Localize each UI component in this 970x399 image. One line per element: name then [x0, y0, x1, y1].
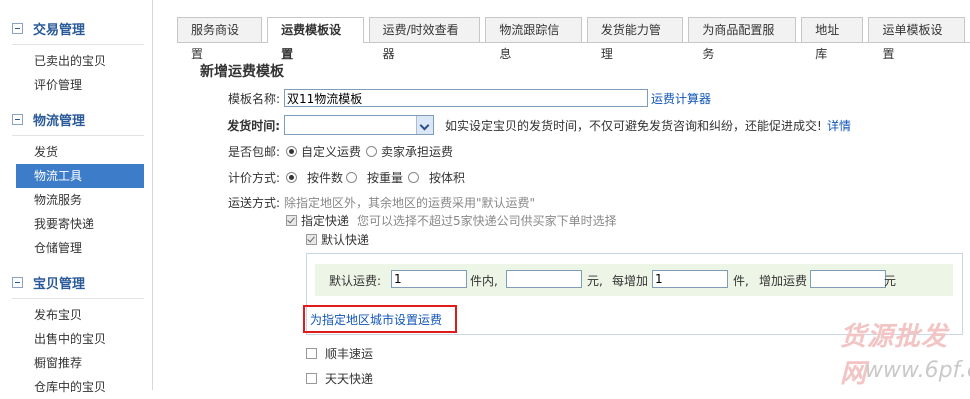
express-hint: 您可以选择不超过5家快递公司供买家下单时选择: [357, 213, 617, 228]
radio-icon[interactable]: [346, 171, 357, 183]
chevron-down-icon[interactable]: [416, 116, 433, 134]
sf-express-checkbox[interactable]: [306, 347, 317, 359]
region-fee-link[interactable]: 为指定地区城市设置运费: [310, 311, 442, 328]
radio-icon[interactable]: [286, 145, 297, 157]
collapse-icon[interactable]: [12, 22, 23, 34]
row-pricing: 计价方式: 按件数 按重量 按体积: [153, 166, 753, 188]
sidebar-item-ship[interactable]: 发货: [0, 140, 152, 164]
tab-freight-template[interactable]: 运费模板设置: [267, 17, 364, 61]
first-qty-input[interactable]: [391, 270, 467, 288]
sidebar-section-items: 宝贝管理 发布宝贝 出售中的宝贝 橱窗推荐 仓库中的宝贝: [0, 270, 152, 399]
pieces-label: 件,: [733, 274, 749, 288]
sidebar-section-title[interactable]: 宝贝管理: [0, 270, 152, 294]
row-ship-time: 发货时间: 如实设定宝贝的发货时间，不仅可避免发货咨询和纠纷，还能促进成交! 详…: [153, 114, 953, 136]
sidebar-item-showcase[interactable]: 橱窗推荐: [0, 351, 152, 375]
detail-link[interactable]: 详情: [827, 117, 851, 134]
collapse-icon[interactable]: [12, 276, 23, 288]
express-label: 指定快递: [301, 213, 350, 228]
tab-product-service[interactable]: 为商品配置服务: [688, 17, 797, 61]
sidebar-item-reviews[interactable]: 评价管理: [0, 73, 152, 97]
sidebar: 交易管理 已卖出的宝贝 评价管理 物流管理 发货 物流工具 物流服务 我要寄快递…: [0, 0, 153, 394]
sidebar-item-warehouse[interactable]: 仓储管理: [0, 236, 152, 260]
sidebar-item-logistics-tools[interactable]: 物流工具: [16, 164, 144, 188]
add-fee-input[interactable]: [810, 270, 886, 288]
collapse-icon[interactable]: [12, 113, 23, 125]
radio-icon[interactable]: [408, 171, 419, 183]
sidebar-item-logistics-service[interactable]: 物流服务: [0, 188, 152, 212]
form-title: 新增运费模板: [200, 64, 284, 80]
sidebar-section-trade: 交易管理 已卖出的宝贝 评价管理: [0, 16, 152, 97]
template-name-input[interactable]: [284, 89, 648, 107]
radio-icon[interactable]: [286, 171, 297, 183]
add-fee-label: 增加运费: [759, 274, 808, 288]
radio-custom-fee[interactable]: 自定义运费: [286, 143, 361, 160]
sidebar-section-logistics: 物流管理 发货 物流工具 物流服务 我要寄快递 仓储管理: [0, 107, 152, 260]
divider: [12, 135, 144, 136]
default-fee-row: 默认运费: 件内, 元, 每增加 件, 增加运费 元: [315, 264, 953, 296]
radio-by-weight[interactable]: 按重量: [346, 169, 403, 186]
radio-by-piece[interactable]: 按件数: [286, 169, 343, 186]
divider: [12, 44, 144, 45]
tab-waybill[interactable]: 运单模板设置: [868, 17, 965, 61]
ship-time-select[interactable]: [284, 115, 434, 135]
method-label: 运送方式:: [227, 195, 280, 210]
row-tt-express: 天天快递: [306, 367, 606, 389]
ship-time-hint: 如实设定宝贝的发货时间，不仅可避免发货咨询和纠纷，还能促进成交!: [445, 118, 822, 133]
radio-icon[interactable]: [366, 145, 377, 157]
express-checkbox[interactable]: [286, 214, 297, 226]
tab-provider[interactable]: 服务商设置: [177, 17, 263, 61]
radio-seller-pays[interactable]: 卖家承担运费: [366, 143, 453, 160]
within-label: 件内,: [470, 274, 498, 288]
yuan-label: 元,: [587, 274, 603, 288]
yuan-label-2: 元: [884, 274, 897, 288]
sidebar-item-on-sale[interactable]: 出售中的宝贝: [0, 327, 152, 351]
add-qty-input[interactable]: [652, 270, 728, 288]
row-default-express: 默认快递: [306, 228, 606, 250]
sf-express-label: 顺丰速运: [325, 346, 374, 361]
free-shipping-label: 是否包邮:: [227, 144, 280, 159]
ship-time-label: 发货时间:: [227, 118, 280, 133]
calculator-link[interactable]: 运费计算器: [651, 90, 711, 107]
tt-express-checkbox[interactable]: [306, 372, 317, 384]
sidebar-item-in-stock[interactable]: 仓库中的宝贝: [0, 375, 152, 399]
each-add-label: 每增加: [612, 274, 649, 288]
tab-tracking[interactable]: 物流跟踪信息: [485, 17, 582, 61]
default-express-label: 默认快递: [321, 232, 370, 247]
sidebar-section-title[interactable]: 交易管理: [0, 16, 152, 40]
divider: [12, 298, 144, 299]
template-name-label: 模板名称:: [227, 91, 280, 106]
sidebar-item-sold[interactable]: 已卖出的宝贝: [0, 49, 152, 73]
tt-express-label: 天天快递: [325, 371, 374, 386]
tab-capacity[interactable]: 发货能力管理: [586, 17, 684, 61]
row-sf-express: 顺丰速运: [306, 342, 606, 364]
radio-by-volume[interactable]: 按体积: [408, 169, 465, 186]
sidebar-item-publish[interactable]: 发布宝贝: [0, 303, 152, 327]
row-free-shipping: 是否包邮: 自定义运费 卖家承担运费: [153, 140, 753, 162]
default-fee-label: 默认运费:: [329, 274, 382, 288]
first-fee-input[interactable]: [506, 270, 582, 288]
pricing-label: 计价方式:: [227, 170, 280, 185]
method-hint: 除指定地区外，其余地区的运费采用"默认运费": [284, 195, 536, 210]
tab-freight-viewer[interactable]: 运费/时效查看器: [368, 17, 481, 61]
row-template-name: 模板名称: 运费计算器: [153, 87, 853, 109]
sidebar-item-send-express[interactable]: 我要寄快递: [0, 212, 152, 236]
tab-bar: 服务商设置 运费模板设置 运费/时效查看器 物流跟踪信息 发货能力管理 为商品配…: [177, 16, 970, 61]
sidebar-section-title[interactable]: 物流管理: [0, 107, 152, 131]
tab-address[interactable]: 地址库: [801, 17, 864, 61]
default-express-checkbox[interactable]: [306, 233, 317, 245]
watermark-url: www.6pf.cn: [865, 358, 970, 383]
